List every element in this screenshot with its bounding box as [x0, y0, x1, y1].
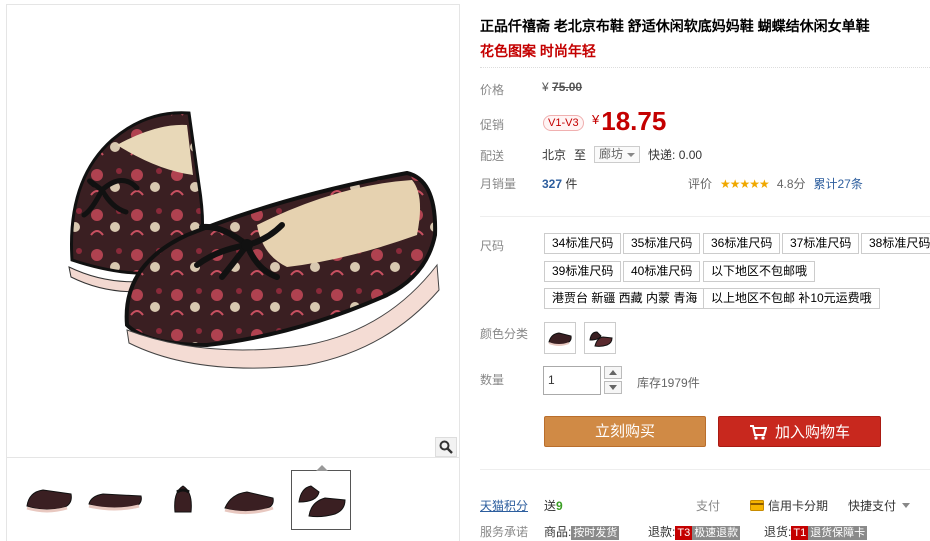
shipping-info: 北京 至 廊坊 快递: 0.00: [542, 146, 702, 163]
rating-score: 4.8分: [776, 177, 806, 191]
color-label: 颜色分类: [480, 327, 529, 341]
thumbnail-2[interactable]: [85, 468, 145, 528]
size-option-regions[interactable]: 港贾台 新疆 西藏 内蒙 青海: [544, 288, 706, 309]
divider: [480, 469, 930, 470]
ship-to-city: 廊坊: [599, 147, 624, 161]
promise-goods: 商品: 按时发货: [544, 523, 620, 540]
buy-now-button[interactable]: 立刻购买: [544, 416, 706, 447]
thumbnail-4[interactable]: [219, 468, 279, 528]
thumbnail-strip: [7, 457, 459, 541]
credit-card-icon: [750, 500, 764, 511]
monthly-sales-label: 月销量: [480, 177, 517, 191]
color-option-1[interactable]: [544, 322, 576, 354]
size-label: 尺码: [480, 239, 505, 253]
promise-goods-label: 商品:: [544, 525, 572, 539]
payment-label: 支付: [696, 499, 721, 513]
magnifier-icon: [439, 440, 453, 454]
credit-installment-label: 信用卡分期: [768, 499, 829, 513]
product-title: 正品仟禧斋 老北京布鞋 舒适休闲软底妈妈鞋 蝴蝶结休闲女单鞋: [480, 18, 870, 34]
points-amount: 9: [556, 499, 563, 513]
add-to-cart-label: 加入购物车: [774, 424, 850, 441]
rating-summary: 评价 ★★★★★ 4.8分 累计27条: [688, 175, 863, 192]
quantity-label: 数量: [480, 373, 505, 387]
product-gallery: [6, 4, 460, 541]
promise-refund: 退款: T3 极速退款: [648, 523, 741, 540]
currency-symbol: ¥: [542, 80, 549, 94]
size-option-no-free-shipping-below[interactable]: 以下地区不包邮哦: [703, 261, 816, 282]
size-option-shipping-surcharge[interactable]: 以上地区不包邮 补10元运费哦: [703, 288, 880, 309]
thumbnail-3[interactable]: [153, 468, 213, 528]
tmall-points-value: 送9: [544, 497, 563, 514]
star-rating-icon: ★★★★★: [720, 176, 770, 191]
ship-from: 北京: [542, 148, 567, 162]
shipping-label: 配送: [480, 149, 505, 163]
promise-return: 退货: T1 退货保障卡: [764, 523, 868, 540]
promo-price-value: 18.75: [601, 106, 667, 136]
return-code-badge: T1: [791, 526, 809, 540]
size-option-38[interactable]: 38标准尺码: [861, 233, 930, 254]
credit-installment[interactable]: 信用卡分期: [750, 497, 828, 514]
promise-return-label: 退货:: [764, 525, 792, 539]
shipping-fee: 快递: 0.00: [648, 148, 703, 162]
chevron-down-icon: [609, 385, 617, 390]
service-promise-label: 服务承诺: [480, 525, 529, 539]
review-count-link[interactable]: 累计27条: [814, 175, 863, 192]
product-info-panel: 正品仟禧斋 老北京布鞋 舒适休闲软底妈妈鞋 蝴蝶结休闲女单鞋 花色图案 时尚年轻…: [480, 0, 930, 541]
fast-refund-badge: 极速退款: [692, 526, 741, 540]
quantity-decrease-button[interactable]: [604, 381, 622, 394]
promise-refund-label: 退款:: [648, 525, 676, 539]
promo-price: ¥18.75: [592, 106, 666, 137]
size-option-35[interactable]: 35标准尺码: [623, 233, 701, 254]
add-to-cart-button[interactable]: 加入购物车: [718, 416, 881, 447]
size-option-34[interactable]: 34标准尺码: [544, 233, 622, 254]
thumbnail-5-selected[interactable]: [291, 465, 351, 530]
stock-count: 库存1979件: [637, 376, 700, 390]
refund-code-badge: T3: [675, 526, 693, 540]
price-label: 价格: [480, 83, 505, 97]
rating-label: 评价: [688, 177, 713, 191]
chevron-up-icon: [609, 370, 617, 375]
size-option-39[interactable]: 39标准尺码: [544, 261, 622, 282]
monthly-sales-count: 327: [542, 177, 563, 191]
size-option-40[interactable]: 40标准尺码: [623, 261, 701, 282]
quantity-input[interactable]: 1: [543, 366, 601, 395]
points-prefix: 送: [544, 499, 557, 513]
thumbnail-selected-indicator: [316, 465, 328, 471]
product-subtitle: 花色图案 时尚年轻: [480, 43, 596, 59]
tmall-points-link[interactable]: 天猫积分: [480, 497, 528, 514]
original-price-value: 75.00: [552, 80, 583, 94]
quick-pay[interactable]: 快捷支付: [848, 497, 911, 514]
main-product-image[interactable]: [7, 5, 459, 457]
divider: [480, 67, 930, 68]
divider: [480, 216, 930, 217]
thumbnail-1[interactable]: [19, 468, 79, 528]
chevron-down-icon: [627, 153, 636, 157]
color-option-2[interactable]: [584, 322, 616, 354]
chevron-down-icon: [902, 503, 911, 508]
original-price: ¥ 75.00: [542, 80, 582, 94]
monthly-sales-unit: 件: [565, 177, 578, 191]
vip-level-badge: V1-V3: [543, 115, 584, 131]
promo-label: 促销: [480, 118, 505, 132]
cart-icon: [749, 424, 767, 440]
promo-currency-symbol: ¥: [592, 112, 600, 127]
ship-to-word: 至: [574, 148, 587, 162]
return-guarantee-badge: 退货保障卡: [808, 526, 868, 540]
on-time-shipping-badge: 按时发货: [571, 526, 620, 540]
quick-pay-label: 快捷支付: [848, 499, 897, 513]
monthly-sales: 327 件: [542, 175, 577, 192]
ship-to-city-select[interactable]: 廊坊: [594, 146, 641, 163]
zoom-button[interactable]: [435, 437, 457, 457]
size-option-37[interactable]: 37标准尺码: [782, 233, 860, 254]
size-option-36[interactable]: 36标准尺码: [703, 233, 781, 254]
quantity-increase-button[interactable]: [604, 366, 622, 379]
